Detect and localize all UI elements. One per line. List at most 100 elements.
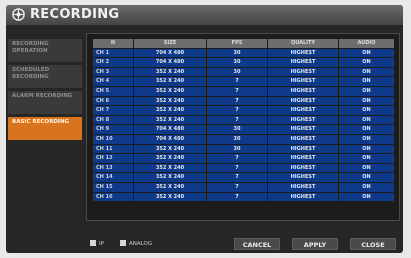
cell-audio[interactable]: ON: [339, 173, 394, 182]
cell-quality[interactable]: HIGHEST: [268, 96, 338, 106]
cell-audio[interactable]: ON: [339, 106, 394, 115]
cell-quality[interactable]: HIGHEST: [268, 86, 338, 96]
cell-fps[interactable]: 30: [207, 144, 267, 154]
table-header-row: N SIZE FPS QUALITY AUDIO: [93, 39, 394, 48]
cell-audio[interactable]: ON: [339, 48, 394, 58]
cell-channel: CH 6: [93, 96, 133, 106]
cell-fps[interactable]: 7: [207, 86, 267, 96]
cell-fps[interactable]: 7: [207, 96, 267, 106]
column-header-size[interactable]: SIZE: [134, 39, 206, 48]
cell-size[interactable]: 352 X 240: [134, 144, 206, 154]
cell-size[interactable]: 352 X 240: [134, 154, 206, 163]
cell-size[interactable]: 704 X 480: [134, 48, 206, 58]
cell-quality[interactable]: HIGHEST: [268, 48, 338, 58]
table-row[interactable]: CH 16 352 X 240 7 HIGHEST ON: [93, 192, 394, 202]
cell-fps[interactable]: 7: [207, 154, 267, 163]
table-row[interactable]: CH 10 704 X 480 30 HIGHEST ON: [93, 134, 394, 144]
sidebar-item-scheduled-recording[interactable]: SCHEDULED RECORDING: [8, 65, 82, 88]
table-row[interactable]: CH 8 352 X 240 7 HIGHEST ON: [93, 115, 394, 125]
sidebar-item-alarm-recording[interactable]: ALARM RECORDING: [8, 91, 82, 114]
column-header-quality[interactable]: QUALITY: [268, 39, 338, 48]
cell-size[interactable]: 352 X 240: [134, 86, 206, 96]
cell-audio[interactable]: ON: [339, 134, 394, 144]
cell-quality[interactable]: HIGHEST: [268, 144, 338, 154]
cell-audio[interactable]: ON: [339, 77, 394, 86]
cell-audio[interactable]: ON: [339, 67, 394, 77]
cell-quality[interactable]: HIGHEST: [268, 154, 338, 163]
cell-fps[interactable]: 7: [207, 163, 267, 173]
cell-channel: CH 16: [93, 192, 133, 202]
cell-channel: CH 7: [93, 106, 133, 115]
cell-fps[interactable]: 30: [207, 125, 267, 134]
cell-fps[interactable]: 7: [207, 173, 267, 182]
cell-quality[interactable]: HIGHEST: [268, 173, 338, 182]
table-row[interactable]: CH 6 352 X 240 7 HIGHEST ON: [93, 96, 394, 106]
table-row[interactable]: CH 5 352 X 240 7 HIGHEST ON: [93, 86, 394, 96]
cancel-button[interactable]: CANCEL: [234, 238, 280, 250]
table-row[interactable]: CH 3 352 X 240 30 HIGHEST ON: [93, 67, 394, 77]
table-row[interactable]: CH 2 704 X 480 30 HIGHEST ON: [93, 58, 394, 67]
cell-audio[interactable]: ON: [339, 125, 394, 134]
table-row[interactable]: CH 15 352 X 240 7 HIGHEST ON: [93, 182, 394, 192]
column-header-channel[interactable]: N: [93, 39, 133, 48]
cell-quality[interactable]: HIGHEST: [268, 192, 338, 202]
cell-quality[interactable]: HIGHEST: [268, 125, 338, 134]
cell-audio[interactable]: ON: [339, 58, 394, 67]
cell-quality[interactable]: HIGHEST: [268, 163, 338, 173]
table-row[interactable]: CH 14 352 X 240 7 HIGHEST ON: [93, 173, 394, 182]
cell-fps[interactable]: 30: [207, 48, 267, 58]
table-row[interactable]: CH 11 352 X 240 30 HIGHEST ON: [93, 144, 394, 154]
cell-audio[interactable]: ON: [339, 154, 394, 163]
cell-audio[interactable]: ON: [339, 182, 394, 192]
cell-fps[interactable]: 7: [207, 182, 267, 192]
cell-audio[interactable]: ON: [339, 163, 394, 173]
cell-size[interactable]: 352 X 240: [134, 173, 206, 182]
table-row[interactable]: CH 9 704 X 480 30 HIGHEST ON: [93, 125, 394, 134]
cell-fps[interactable]: 7: [207, 77, 267, 86]
footer-bar: IP ANALOG CANCEL APPLY CLOSE: [86, 238, 400, 250]
cell-fps[interactable]: 30: [207, 58, 267, 67]
cell-channel: CH 5: [93, 86, 133, 96]
cell-size[interactable]: 352 X 240: [134, 106, 206, 115]
cell-fps[interactable]: 7: [207, 106, 267, 115]
cell-fps[interactable]: 7: [207, 192, 267, 202]
cell-audio[interactable]: ON: [339, 144, 394, 154]
table-row[interactable]: CH 4 352 X 240 7 HIGHEST ON: [93, 77, 394, 86]
close-button[interactable]: CLOSE: [350, 238, 396, 250]
cell-size[interactable]: 352 X 240: [134, 77, 206, 86]
cell-channel: CH 1: [93, 48, 133, 58]
cell-size[interactable]: 352 X 240: [134, 67, 206, 77]
cell-audio[interactable]: ON: [339, 86, 394, 96]
sidebar-item-recording-operation[interactable]: RECORDING OPERATION: [8, 39, 82, 62]
column-header-audio[interactable]: AUDIO: [339, 39, 394, 48]
cell-size[interactable]: 352 X 240: [134, 182, 206, 192]
cell-audio[interactable]: ON: [339, 192, 394, 202]
cell-quality[interactable]: HIGHEST: [268, 77, 338, 86]
cell-fps[interactable]: 30: [207, 134, 267, 144]
apply-button[interactable]: APPLY: [292, 238, 338, 250]
cell-quality[interactable]: HIGHEST: [268, 134, 338, 144]
cell-fps[interactable]: 30: [207, 67, 267, 77]
cell-quality[interactable]: HIGHEST: [268, 67, 338, 77]
title-bar: RECORDING: [6, 5, 403, 25]
cell-quality[interactable]: HIGHEST: [268, 115, 338, 125]
cell-quality[interactable]: HIGHEST: [268, 58, 338, 67]
table-row[interactable]: CH 1 704 X 480 30 HIGHEST ON: [93, 48, 394, 58]
column-header-fps[interactable]: FPS: [207, 39, 267, 48]
cell-fps[interactable]: 7: [207, 115, 267, 125]
cell-quality[interactable]: HIGHEST: [268, 106, 338, 115]
cell-size[interactable]: 704 X 480: [134, 58, 206, 67]
cell-quality[interactable]: HIGHEST: [268, 182, 338, 192]
cell-size[interactable]: 352 X 240: [134, 163, 206, 173]
table-row[interactable]: CH 12 352 X 240 7 HIGHEST ON: [93, 154, 394, 163]
sidebar-item-basic-recording[interactable]: BASIC RECORDING: [8, 117, 82, 140]
table-row[interactable]: CH 13 352 X 240 7 HIGHEST ON: [93, 163, 394, 173]
cell-size[interactable]: 704 X 480: [134, 125, 206, 134]
cell-audio[interactable]: ON: [339, 96, 394, 106]
cell-audio[interactable]: ON: [339, 115, 394, 125]
cell-size[interactable]: 352 X 240: [134, 192, 206, 202]
cell-size[interactable]: 704 X 480: [134, 134, 206, 144]
table-row[interactable]: CH 7 352 X 240 7 HIGHEST ON: [93, 106, 394, 115]
cell-size[interactable]: 352 X 240: [134, 96, 206, 106]
cell-size[interactable]: 352 X 240: [134, 115, 206, 125]
